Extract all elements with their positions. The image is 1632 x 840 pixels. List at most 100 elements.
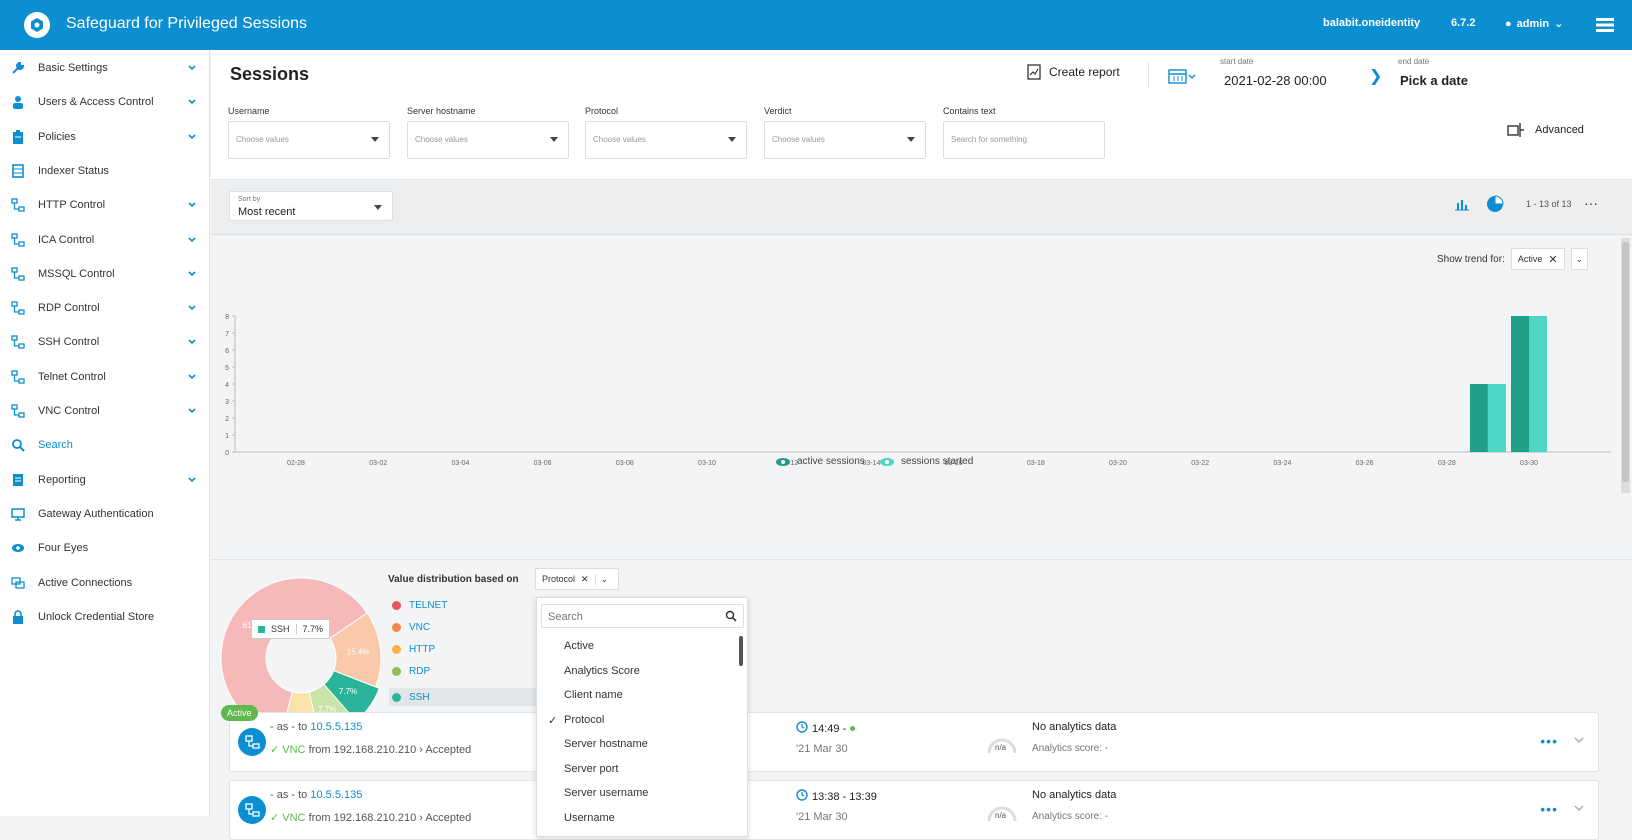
- sidebar-item-users-access-control[interactable]: Users & Access Control: [0, 84, 210, 120]
- analytics-score: Analytics score: -: [1032, 743, 1109, 754]
- y-tick-label: 6: [225, 348, 229, 355]
- legend-active-sessions[interactable]: active sessions: [775, 456, 865, 467]
- session-card[interactable]: - as - to 10.5.5.135 ✓ VNC from 192.168.2…: [229, 780, 1599, 840]
- calendar-button[interactable]: [1168, 68, 1196, 87]
- app-logo-icon[interactable]: [24, 12, 50, 38]
- close-icon[interactable]: ✕: [1548, 253, 1557, 266]
- legend-item-http[interactable]: HTTP: [392, 644, 435, 655]
- user-menu[interactable]: ● admin ⌄: [1505, 17, 1564, 31]
- legend-item-vnc[interactable]: VNC: [392, 622, 430, 633]
- chevron-down-icon[interactable]: [1574, 735, 1584, 746]
- distribution-field-select[interactable]: Protocol ✕ ⌄: [535, 568, 619, 590]
- check-icon: ✓: [270, 812, 283, 824]
- session-details: ✓ VNC from 192.168.210.210 › Accepted: [270, 743, 471, 756]
- filter-verdict-select[interactable]: Choose values: [764, 121, 926, 159]
- dropdown-option-client-name[interactable]: Client name: [564, 689, 623, 701]
- legend-sessions-started[interactable]: sessions started: [879, 456, 973, 467]
- user-icon: ●: [1505, 17, 1512, 30]
- server-ip-link[interactable]: 10.5.5.135: [310, 789, 362, 801]
- chevron-down-icon: ⌄: [1554, 18, 1564, 30]
- dropdown-option-username[interactable]: Username: [564, 812, 615, 824]
- sidebar-item-four-eyes[interactable]: Four Eyes: [0, 530, 210, 566]
- sidebar-item-ssh-control[interactable]: SSH Control: [0, 324, 210, 360]
- trend-selector: Show trend for: Active ✕ ⌄: [1437, 248, 1589, 270]
- session-card[interactable]: - as - to 10.5.5.135 ✓ VNC from 192.168.2…: [229, 712, 1599, 772]
- x-tick-label: 03-04: [451, 460, 469, 467]
- sidebar-item-rdp-control[interactable]: RDP Control: [0, 290, 210, 326]
- dropdown-option-server-hostname[interactable]: Server hostname: [564, 738, 648, 750]
- sidebar-item-gateway-authentication[interactable]: Gateway Authentication: [0, 496, 210, 532]
- more-options-button[interactable]: •••: [1540, 733, 1558, 749]
- dropdown-option-active[interactable]: Active: [564, 640, 594, 652]
- analytics-gauge: n/a: [985, 797, 1019, 831]
- filter-username-select[interactable]: Choose values: [228, 121, 390, 159]
- sidebar-item-basic-settings[interactable]: Basic Settings: [0, 50, 210, 86]
- chevron-down-icon[interactable]: ⌄: [594, 573, 608, 585]
- sidebar-item-label: Search: [38, 439, 73, 452]
- y-tick-label: 2: [225, 416, 229, 423]
- tooltip-name: SSH: [271, 624, 290, 634]
- network-icon: [11, 404, 25, 418]
- filter-server-hostname-select[interactable]: Choose values: [407, 121, 569, 159]
- trend-chip[interactable]: Active ✕: [1510, 248, 1565, 270]
- chevron-right-icon[interactable]: ❯: [1369, 66, 1382, 86]
- advanced-button[interactable]: Advanced: [1507, 122, 1584, 138]
- sidebar-item-active-connections[interactable]: Active Connections: [0, 565, 210, 601]
- sidebar-item-unlock-credential-store[interactable]: Unlock Credential Store: [0, 599, 210, 635]
- sidebar-item-reporting[interactable]: Reporting: [0, 462, 210, 498]
- x-tick-label: 03-28: [1438, 460, 1456, 467]
- dropdown-option-analytics-score[interactable]: Analytics Score: [564, 665, 640, 677]
- x-tick-label: 03-20: [1109, 460, 1127, 467]
- chevron-down-icon: [188, 132, 196, 142]
- session-time: 13:38 - 13:39: [796, 789, 877, 804]
- bar-active-sessions-03-30[interactable]: [1511, 316, 1529, 452]
- clipboard-icon: [11, 129, 25, 144]
- dropdown-option-protocol[interactable]: Protocol: [564, 714, 604, 726]
- sidebar-item-vnc-control[interactable]: VNC Control: [0, 393, 210, 429]
- y-tick-label: 1: [225, 433, 229, 440]
- legend-item-ssh[interactable]: SSH: [389, 688, 549, 706]
- close-icon[interactable]: ✕: [581, 574, 589, 585]
- network-icon: [11, 370, 25, 384]
- filter-contains-text-select[interactable]: Search for something: [943, 121, 1105, 159]
- advanced-label: Advanced: [1535, 124, 1584, 136]
- legend-label: SSH: [409, 691, 430, 703]
- legend-item-telnet[interactable]: TELNET: [392, 600, 447, 611]
- sidebar-item-policies[interactable]: Policies: [0, 119, 210, 155]
- scrollbar-thumb[interactable]: [1622, 242, 1629, 482]
- more-options-button[interactable]: •••: [1540, 801, 1558, 817]
- trend-dropdown-button[interactable]: ⌄: [1570, 248, 1589, 270]
- sidebar-item-label: RDP Control: [38, 302, 100, 315]
- sidebar-item-mssql-control[interactable]: MSSQL Control: [0, 256, 210, 292]
- more-options-button[interactable]: ···: [1584, 195, 1598, 211]
- pie-chart-toggle[interactable]: [1486, 195, 1504, 215]
- sidebar-item-telnet-control[interactable]: Telnet Control: [0, 359, 210, 395]
- bar-sessions-started-03-30[interactable]: [1529, 316, 1547, 452]
- dropdown-search-input[interactable]: Search: [541, 604, 744, 628]
- x-tick-label: 03-06: [534, 460, 552, 467]
- bar-chart-toggle[interactable]: [1454, 197, 1470, 213]
- dropdown-option-server-port[interactable]: Server port: [564, 763, 618, 775]
- start-date-value[interactable]: 2021-02-28 00:00: [1224, 73, 1327, 88]
- main-content: Sessions Create report start date 2021-0…: [211, 50, 1632, 837]
- dropdown-option-server-username[interactable]: Server username: [564, 787, 648, 799]
- protocol: VNC: [282, 744, 306, 756]
- end-date-value[interactable]: Pick a date: [1400, 73, 1468, 88]
- legend-item-rdp[interactable]: RDP: [392, 666, 430, 677]
- sidebar-item-ica-control[interactable]: ICA Control: [0, 222, 210, 258]
- create-report-button[interactable]: Create report: [1027, 64, 1120, 80]
- chevron-down-icon[interactable]: [1574, 803, 1584, 814]
- dropdown-option-verdict[interactable]: Verdict: [564, 836, 598, 837]
- filter-protocol-select[interactable]: Choose values: [585, 121, 747, 159]
- sidebar-item-http-control[interactable]: HTTP Control: [0, 187, 210, 223]
- sidebar-item-search[interactable]: Search: [0, 427, 210, 463]
- sort-select[interactable]: Sort by Most recent: [229, 191, 393, 221]
- server-ip-link[interactable]: 10.5.5.135: [310, 721, 362, 733]
- dropdown-scrollbar[interactable]: [739, 636, 743, 666]
- bar-active-sessions-03-29[interactable]: [1469, 384, 1488, 452]
- sidebar-item-indexer-status[interactable]: Indexer Status: [0, 153, 210, 189]
- trend-value: Active: [1517, 254, 1543, 264]
- page-scrollbar[interactable]: [1621, 238, 1630, 493]
- menu-icon[interactable]: [1596, 17, 1614, 36]
- bar-sessions-started-03-29[interactable]: [1487, 384, 1506, 452]
